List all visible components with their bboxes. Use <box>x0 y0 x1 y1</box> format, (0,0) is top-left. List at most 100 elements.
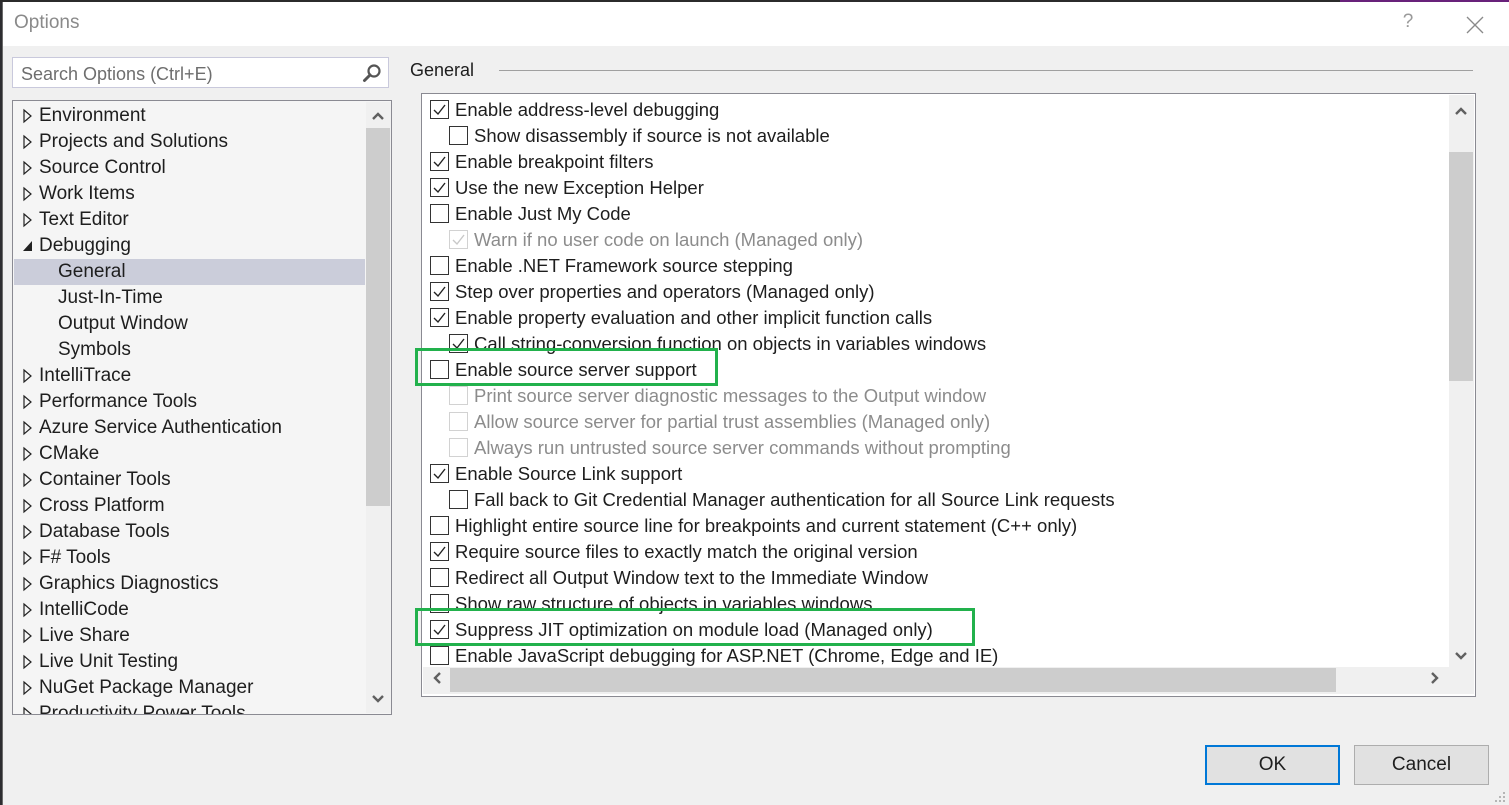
option-label: Warn if no user code on launch (Managed … <box>474 229 864 250</box>
tree-scrollbar-thumb[interactable] <box>366 128 390 506</box>
question-mark-icon: ? <box>1402 11 1414 32</box>
search-options-box <box>12 57 389 88</box>
tree-item[interactable]: Environment <box>14 103 365 129</box>
option-checkbox[interactable] <box>449 126 468 145</box>
tree-item[interactable]: NuGet Package Manager <box>14 675 365 701</box>
tree-item[interactable]: Live Share <box>14 623 365 649</box>
option-label: Call string-conversion function on objec… <box>474 333 987 354</box>
option-checkbox[interactable] <box>430 568 449 587</box>
option-checkbox <box>449 412 468 431</box>
option-checkbox[interactable] <box>430 308 449 327</box>
checkmark-icon <box>433 156 446 168</box>
options-scroll-up-button[interactable] <box>1449 100 1473 122</box>
tree-item-label: NuGet Package Manager <box>39 677 254 698</box>
tree-item-label: Container Tools <box>39 469 171 490</box>
tree-item[interactable]: IntelliCode <box>14 597 365 623</box>
tree-item[interactable]: Work Items <box>14 181 365 207</box>
tree-item[interactable]: Live Unit Testing <box>14 649 365 675</box>
option-checkbox[interactable] <box>430 100 449 119</box>
options-list: Enable JavaScript debugging for ASP.NET … <box>421 93 1476 697</box>
tree-item-label: Performance Tools <box>39 391 198 412</box>
tree-item[interactable]: F# Tools <box>14 545 365 571</box>
tree-scroll-down-button[interactable] <box>366 688 390 710</box>
collapsed-arrow-icon[interactable] <box>22 363 34 398</box>
option-label: Enable Just My Code <box>455 203 631 224</box>
options-horizontal-scrollbar[interactable] <box>423 667 1449 694</box>
tree-item[interactable]: Source Control <box>14 155 365 181</box>
close-icon <box>1466 16 1484 34</box>
tree-item-label: IntelliTrace <box>39 365 132 386</box>
checkmark-icon <box>433 546 446 558</box>
checkmark-icon <box>433 104 446 116</box>
tree-item-label: CMake <box>39 443 100 464</box>
option-checkbox <box>449 386 468 405</box>
tree-item[interactable]: Cross Platform <box>14 493 365 519</box>
tree-scroll-up-button[interactable] <box>366 105 390 127</box>
tree-item-label: Graphics Diagnostics <box>39 573 219 594</box>
options-scroll-left-button[interactable] <box>425 669 449 691</box>
checkmark-icon <box>433 182 446 194</box>
tree-item[interactable]: Text Editor <box>14 207 365 233</box>
tree-item[interactable]: IntelliTrace <box>14 363 365 389</box>
resize-grip-icon[interactable] <box>1494 791 1506 803</box>
option-checkbox[interactable] <box>430 464 449 483</box>
option-checkbox[interactable] <box>430 360 449 379</box>
tree-item[interactable]: Debugging <box>14 233 365 259</box>
option-checkbox <box>449 230 468 249</box>
chevron-right-icon <box>1431 672 1439 684</box>
tree-item[interactable]: Productivity Power Tools <box>14 701 365 715</box>
search-options-input[interactable] <box>19 61 363 87</box>
tree-item[interactable]: Graphics Diagnostics <box>14 571 365 597</box>
option-checkbox[interactable] <box>430 204 449 223</box>
tree-item[interactable]: Symbols <box>14 337 365 363</box>
options-scroll-down-button[interactable] <box>1449 645 1473 667</box>
option-label: Enable JavaScript debugging for ASP.NET … <box>455 645 999 666</box>
collapsed-arrow-icon[interactable] <box>22 103 34 138</box>
tree-item-label: Source Control <box>39 157 166 178</box>
options-vertical-scrollbar[interactable] <box>1449 95 1474 667</box>
option-checkbox[interactable] <box>449 490 468 509</box>
tree-item-label: Productivity Power Tools <box>39 703 246 715</box>
search-icon[interactable] <box>362 63 382 83</box>
tree-item[interactable]: Just-In-Time <box>14 285 365 311</box>
close-button[interactable] <box>1461 11 1489 39</box>
tree-item[interactable]: Projects and Solutions <box>14 129 365 155</box>
tree-item-label: Projects and Solutions <box>39 131 229 152</box>
tree-item[interactable]: Database Tools <box>14 519 365 545</box>
help-button[interactable]: ? <box>1396 11 1420 35</box>
tree-item[interactable]: Azure Service Authentication <box>14 415 365 441</box>
checkmark-icon <box>452 338 465 350</box>
option-checkbox[interactable] <box>430 646 449 665</box>
option-checkbox[interactable] <box>430 542 449 561</box>
tree-item[interactable]: CMake <box>14 441 365 467</box>
option-checkbox[interactable] <box>430 178 449 197</box>
ok-button[interactable]: OK <box>1205 745 1340 785</box>
tree-vertical-scrollbar[interactable] <box>366 102 391 713</box>
option-checkbox[interactable] <box>430 516 449 535</box>
option-label: Use the new Exception Helper <box>455 177 704 198</box>
tree-item-label: General <box>58 261 126 282</box>
options-scroll-right-button[interactable] <box>1423 669 1447 691</box>
option-checkbox[interactable] <box>449 334 468 353</box>
tree-item-label: Azure Service Authentication <box>39 417 282 438</box>
option-checkbox[interactable] <box>430 594 449 613</box>
option-checkbox[interactable] <box>430 620 449 639</box>
checkmark-icon <box>433 468 446 480</box>
chevron-left-icon <box>433 672 441 684</box>
options-hscroll-thumb[interactable] <box>450 668 1336 692</box>
option-label: Always run untrusted source server comma… <box>474 437 1011 458</box>
option-checkbox[interactable] <box>430 282 449 301</box>
options-category-tree[interactable]: Productivity Power Tools NuGet Package Ma… <box>12 100 392 715</box>
tree-item[interactable]: General <box>14 259 365 285</box>
tree-item-label: Text Editor <box>39 209 129 230</box>
option-checkbox[interactable] <box>430 152 449 171</box>
cancel-button[interactable]: Cancel <box>1354 745 1489 785</box>
option-checkbox[interactable] <box>430 256 449 275</box>
tree-item[interactable]: Performance Tools <box>14 389 365 415</box>
checkmark-icon <box>452 234 465 246</box>
tree-item[interactable]: Output Window <box>14 311 365 337</box>
tree-item-label: Just-In-Time <box>58 287 163 308</box>
tree-item-label: Cross Platform <box>39 495 165 516</box>
options-vscroll-thumb[interactable] <box>1449 152 1473 381</box>
tree-item[interactable]: Container Tools <box>14 467 365 493</box>
